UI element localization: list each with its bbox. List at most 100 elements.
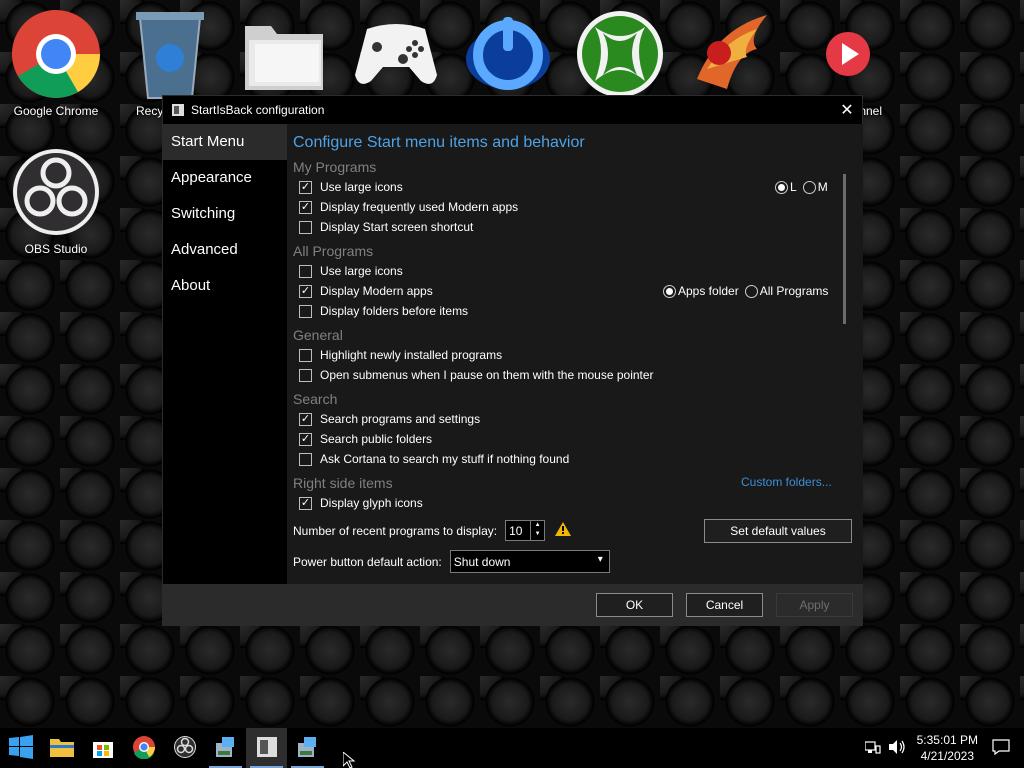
option-gen-open-submenus[interactable]: Open submenus when I pause on them with … (293, 365, 833, 385)
xbox-controller-icon (350, 8, 442, 100)
taskbar-obs[interactable] (164, 728, 205, 768)
checkbox-unchecked[interactable] (299, 220, 312, 234)
checkbox-unchecked[interactable] (299, 452, 312, 466)
checkbox-checked[interactable]: ✓ (299, 200, 312, 214)
close-icon: ✕ (840, 102, 854, 119)
modern-apps-radio-group: Apps folder All Programs (657, 284, 828, 298)
icon-size-radio-group: L M (769, 180, 828, 194)
taskbar-installer-1[interactable] (205, 728, 246, 768)
windows-logo-icon (8, 734, 33, 762)
option-mp-frequent-modern[interactable]: ✓ Display frequently used Modern apps (293, 197, 833, 217)
checkbox-unchecked[interactable] (299, 368, 312, 382)
radio-label: M (817, 180, 828, 194)
option-ap-folders-before[interactable]: Display folders before items (293, 301, 833, 321)
desktop-icon-controller[interactable] (348, 8, 444, 100)
option-mp-start-screen[interactable]: Display Start screen shortcut (293, 217, 833, 237)
option-label: Display folders before items (320, 304, 469, 318)
option-label: Ask Cortana to search my stuff if nothin… (320, 452, 570, 466)
option-srch-public[interactable]: ✓ Search public folders (293, 429, 833, 449)
desktop-icon-obs[interactable]: OBS Studio (8, 146, 104, 256)
volume-icon[interactable] (888, 739, 907, 757)
desktop-icon-chrome[interactable]: Google Chrome (8, 8, 104, 118)
system-tray: 5:35:01 PM 4/21/2023 (864, 728, 1024, 768)
desktop-icon-power[interactable] (460, 8, 556, 100)
set-default-values-button[interactable]: Set default values (704, 519, 852, 543)
option-label: Use large icons (320, 180, 403, 194)
xbox-icon (574, 8, 666, 100)
scrollbar-thumb[interactable] (843, 174, 846, 324)
option-rs-glyph[interactable]: ✓ Display glyph icons (293, 493, 833, 513)
sidebar-item-advanced[interactable]: Advanced (163, 232, 287, 268)
checkbox-unchecked[interactable] (299, 348, 312, 362)
action-center-icon[interactable] (992, 738, 1010, 758)
checkbox-checked[interactable]: ✓ (299, 496, 312, 510)
apply-button[interactable]: Apply (776, 593, 853, 617)
sidebar-item-about[interactable]: About (163, 268, 287, 304)
stepper-arrows[interactable]: ▲ ▼ (530, 521, 544, 540)
chrome-icon (132, 735, 156, 762)
radio-apps-folder[interactable]: Apps folder (663, 284, 739, 298)
option-mp-large-icons[interactable]: ✓ Use large icons L M (293, 177, 833, 197)
checkbox-checked[interactable]: ✓ (299, 432, 312, 446)
taskbar-startisback[interactable] (246, 728, 287, 768)
section-general: General (293, 327, 343, 343)
option-gen-highlight[interactable]: Highlight newly installed programs (293, 345, 833, 365)
startisback-icon (256, 736, 278, 761)
option-ap-large-icons[interactable]: Use large icons (293, 261, 833, 281)
radio-size-m[interactable]: M (802, 180, 828, 194)
checkbox-checked[interactable]: ✓ (299, 412, 312, 426)
chevron-up-icon[interactable]: ▲ (531, 521, 544, 530)
cancel-button[interactable]: Cancel (686, 593, 763, 617)
network-icon[interactable] (864, 740, 881, 757)
sidebar-item-switching[interactable]: Switching (163, 196, 287, 232)
taskbar-file-explorer[interactable] (41, 728, 82, 768)
close-button[interactable]: ✕ (832, 96, 862, 124)
start-button[interactable] (0, 728, 41, 768)
taskbar: 5:35:01 PM 4/21/2023 (0, 728, 1024, 768)
option-label: Use large icons (320, 264, 403, 278)
radio-size-l[interactable]: L (775, 180, 797, 194)
obs-icon (10, 146, 102, 238)
option-label: Display Start screen shortcut (320, 220, 474, 234)
taskbar-store[interactable] (82, 728, 123, 768)
recent-programs-stepper[interactable]: 10 ▲ ▼ (505, 520, 546, 541)
option-label: Display frequently used Modern apps (320, 200, 519, 214)
desktop-icon-xbox[interactable] (572, 8, 668, 100)
sidebar-item-appearance[interactable]: Appearance (163, 160, 287, 196)
ok-button[interactable]: OK (596, 593, 673, 617)
dialog-footer: OK Cancel Apply (163, 584, 862, 626)
play-channel-icon (802, 8, 894, 100)
startisback-config-window: StartIsBack configuration ✕ Start Menu A… (162, 95, 863, 626)
desktop-icon-folder[interactable] (236, 8, 332, 100)
chevron-down-icon: ▾ (597, 554, 603, 565)
option-label: Open submenus when I pause on them with … (320, 368, 654, 382)
stepper-value: 10 (509, 523, 523, 538)
settings-sidebar: Start Menu Appearance Switching Advanced… (163, 124, 287, 584)
desktop-icon-phoenix[interactable] (684, 8, 780, 100)
clock-time: 5:35:01 PM (916, 733, 978, 747)
option-ap-modern-apps[interactable]: ✓ Display Modern apps Apps folder All Pr… (293, 281, 833, 301)
option-label: Display glyph icons (320, 496, 423, 510)
window-titlebar[interactable]: StartIsBack configuration ✕ (163, 96, 862, 124)
recent-programs-label: Number of recent programs to display: (293, 523, 498, 538)
clock[interactable]: 5:35:01 PM 4/21/2023 (917, 732, 978, 764)
section-search: Search (293, 391, 338, 407)
taskbar-installer-2[interactable] (287, 728, 328, 768)
option-srch-programs[interactable]: ✓ Search programs and settings (293, 409, 833, 429)
startisback-app-icon (171, 103, 185, 117)
desktop-icon-label: OBS Studio (24, 242, 88, 256)
section-my-programs: My Programs (293, 159, 377, 175)
power-action-select[interactable]: Shut down ▾ (449, 550, 610, 573)
checkbox-checked[interactable]: ✓ (299, 284, 312, 298)
option-srch-cortana[interactable]: Ask Cortana to search my stuff if nothin… (293, 449, 833, 469)
checkbox-checked[interactable]: ✓ (299, 180, 312, 194)
checkbox-unchecked[interactable] (299, 304, 312, 318)
radio-all-programs[interactable]: All Programs (744, 284, 828, 298)
sidebar-item-start-menu[interactable]: Start Menu (163, 124, 287, 160)
radio-label: L (790, 180, 797, 194)
custom-folders-link[interactable]: Custom folders... (741, 475, 832, 489)
taskbar-chrome[interactable] (123, 728, 164, 768)
checkbox-unchecked[interactable] (299, 264, 312, 278)
chevron-down-icon[interactable]: ▼ (531, 530, 544, 539)
desktop-icon-label: Google Chrome (13, 104, 99, 118)
